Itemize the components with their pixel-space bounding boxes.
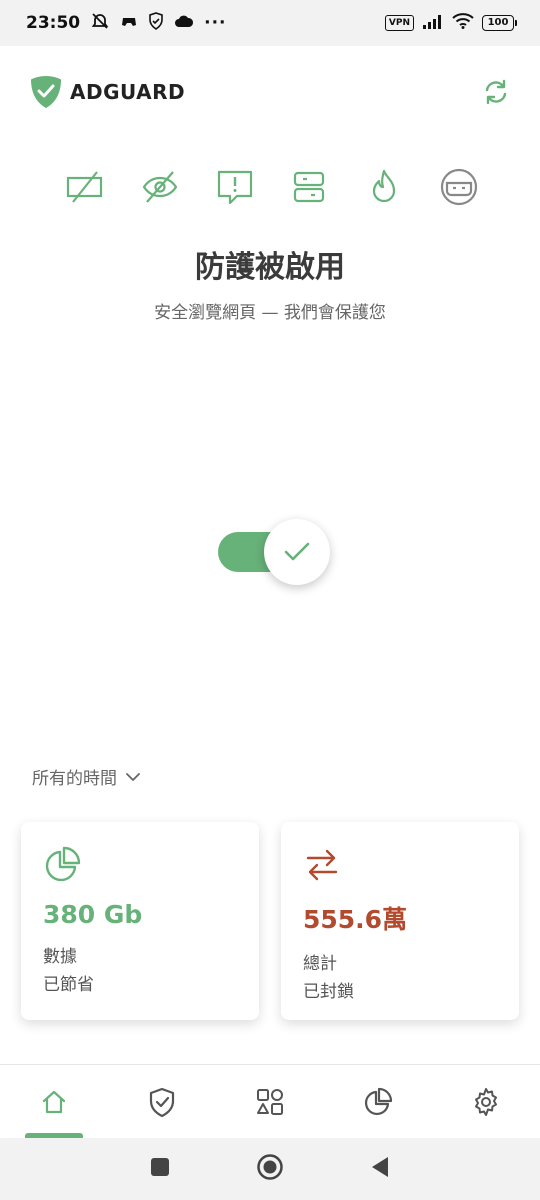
incognito-face-icon — [440, 168, 478, 206]
system-navigation-bar — [0, 1138, 540, 1200]
nav-protection[interactable] — [108, 1065, 216, 1138]
shield-check-icon — [148, 11, 164, 35]
blocked-label-line2: 已封鎖 — [303, 982, 354, 1002]
refresh-icon — [485, 79, 507, 105]
nav-apps[interactable] — [216, 1065, 324, 1138]
firewall-feature[interactable] — [361, 164, 407, 210]
server-icon — [294, 171, 325, 203]
apps-grid-icon — [257, 1088, 283, 1115]
eye-off-icon — [142, 171, 178, 203]
refresh-button[interactable] — [478, 74, 514, 110]
nav-settings[interactable] — [432, 1065, 540, 1138]
status-bar: 23:50 ··· VPN 100 — [0, 0, 540, 46]
back-triangle-icon — [372, 1157, 388, 1177]
app-header: ADGUARD — [0, 46, 540, 138]
cloud-icon — [174, 13, 194, 33]
stealth-mode-feature[interactable] — [436, 164, 482, 210]
game-icon — [120, 12, 138, 35]
blocked-total-value: 555.6萬 — [303, 905, 408, 934]
gear-icon — [475, 1087, 497, 1116]
nav-home[interactable] — [0, 1065, 108, 1138]
pie-chart-icon — [364, 1087, 393, 1115]
chevron-down-icon — [126, 772, 140, 781]
alert-message-icon — [217, 170, 252, 205]
blocked-label-line1: 總計 — [303, 954, 337, 974]
ad-blocking-feature[interactable] — [62, 164, 108, 210]
checkmark-icon — [284, 542, 310, 561]
battery-indicator: 100 — [482, 15, 517, 31]
data-saved-value: 380 Gb — [43, 900, 143, 929]
mute-icon — [90, 11, 110, 36]
bottom-navigation — [0, 1064, 540, 1138]
data-saved-card[interactable]: 380 Gb 數據 已節省 — [21, 822, 259, 1020]
blocked-total-card[interactable]: 555.6萬 總計 已封鎖 — [281, 822, 519, 1020]
data-saved-label-line2: 已節省 — [43, 975, 94, 995]
dns-protection-feature[interactable] — [286, 164, 332, 210]
vpn-badge: VPN — [384, 15, 414, 31]
period-selector[interactable]: 所有的時間 — [32, 764, 141, 789]
protection-status-subtitle: 安全瀏覽網頁 — 我們會保護您 — [154, 303, 386, 323]
circle-icon — [257, 1154, 283, 1180]
home-system-button[interactable] — [256, 1153, 284, 1185]
annoyance-blocking-feature[interactable] — [212, 164, 258, 210]
toggle-knob[interactable] — [264, 519, 330, 585]
square-icon — [151, 1158, 169, 1176]
protection-features-row — [62, 164, 482, 210]
more-notifications-indicator: ··· — [204, 13, 227, 33]
protection-toggle[interactable] — [218, 519, 330, 585]
shield-check-icon — [149, 1087, 175, 1117]
swap-arrows-icon — [303, 846, 343, 886]
adguard-logo: ADGUARD — [30, 75, 185, 109]
protection-status-title: 防護被啟用 — [195, 250, 345, 285]
home-icon — [42, 1090, 66, 1113]
nav-statistics[interactable] — [324, 1065, 432, 1138]
ad-blocking-icon — [66, 171, 103, 203]
adguard-shield-icon — [31, 76, 61, 108]
logo-text: ADGUARD — [70, 80, 186, 104]
flame-icon — [373, 169, 396, 203]
signal-icon — [422, 13, 444, 34]
recents-button[interactable] — [150, 1157, 170, 1181]
data-saved-label-line1: 數據 — [43, 947, 77, 967]
back-button[interactable] — [370, 1156, 390, 1182]
period-label: 所有的時間 — [32, 769, 117, 789]
tracking-protection-feature[interactable] — [137, 164, 183, 210]
wifi-icon — [452, 12, 474, 34]
pie-chart-icon — [43, 846, 83, 886]
status-time: 23:50 — [26, 13, 81, 33]
